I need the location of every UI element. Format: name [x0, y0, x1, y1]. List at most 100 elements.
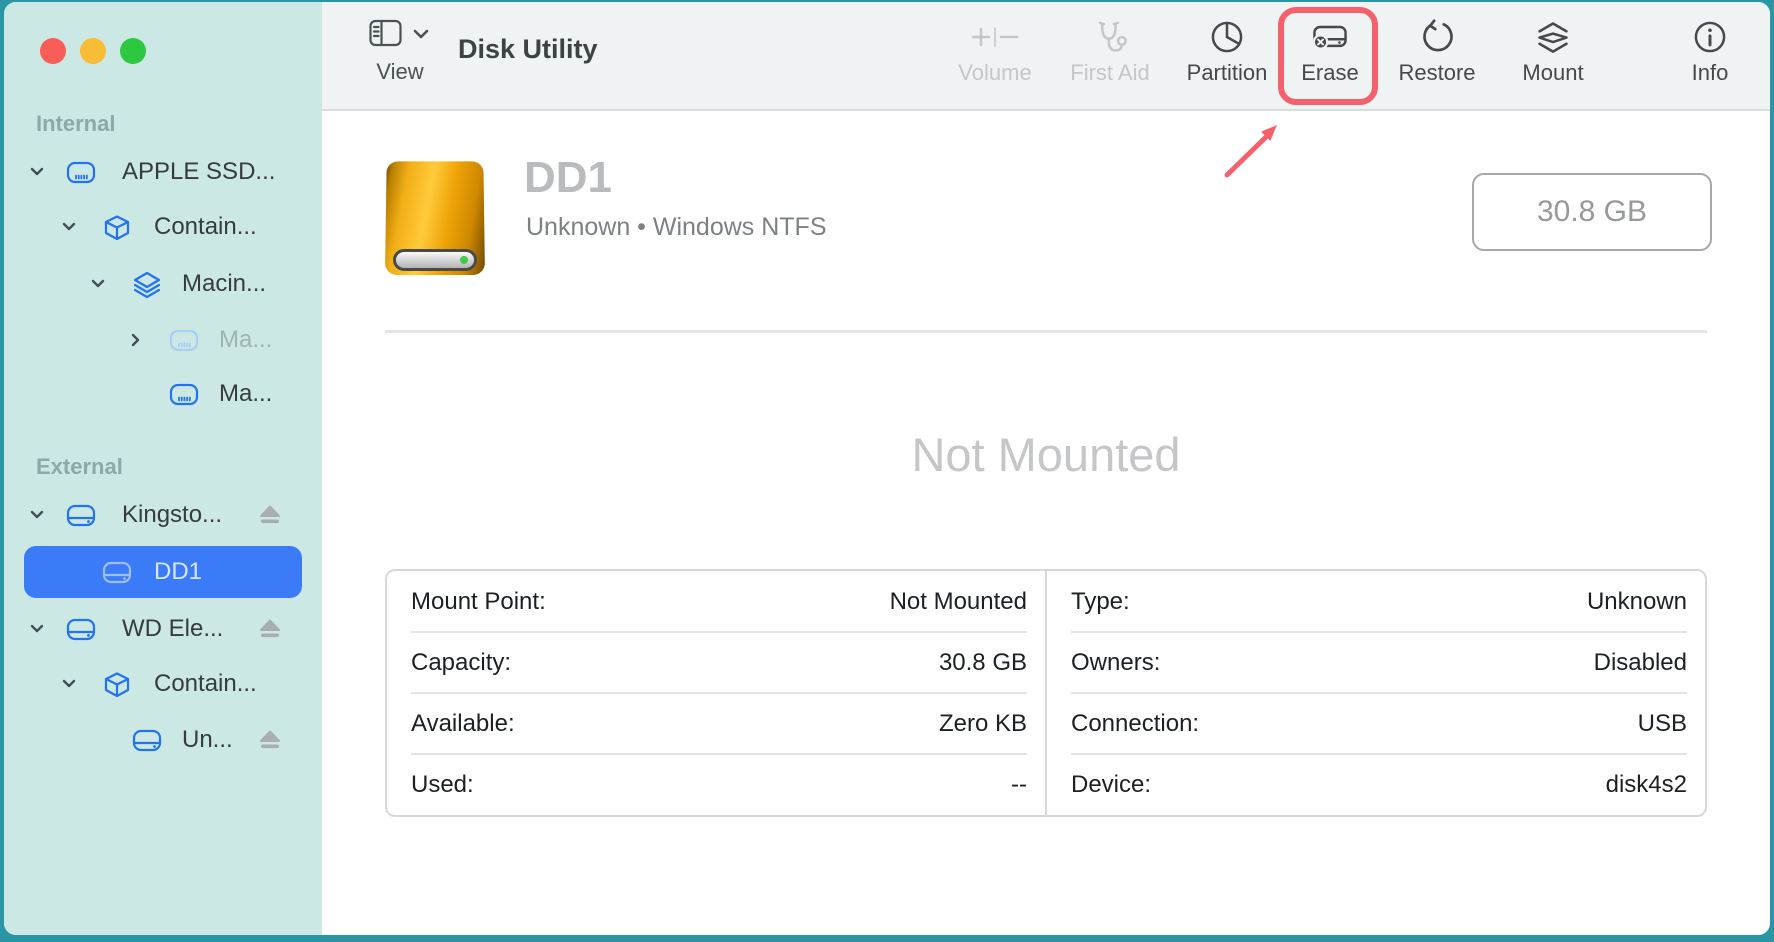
toolbar-button-label: First Aid [1050, 60, 1170, 86]
sidebar-item-kingston[interactable]: Kingsto... [4, 489, 322, 541]
disk-utility-window: Internal APPLE SSD... Contain... Macin..… [4, 2, 1770, 935]
toolbar-button-label: Partition [1167, 60, 1287, 86]
zoom-button[interactable] [120, 38, 146, 64]
detail-label: Used: [411, 771, 474, 799]
toolbar-button-label: Info [1650, 60, 1770, 86]
toolbar-button-label: Restore [1377, 60, 1497, 86]
eject-icon[interactable] [258, 504, 282, 526]
chevron-down-icon[interactable] [28, 163, 46, 181]
detail-row: Available: Zero KB [387, 693, 1045, 754]
erase-drive-icon [1310, 19, 1350, 55]
external-drive-image [385, 157, 485, 275]
sidebar-item-container-2[interactable]: Contain... [4, 658, 322, 710]
sidebar-item-macintosh-hd-2[interactable]: Ma... [4, 368, 322, 420]
detail-row: Device:disk4s2 [1047, 754, 1705, 815]
annotation-arrow-icon [1217, 111, 1317, 183]
sidebar-item-container-1[interactable]: Contain... [4, 201, 322, 253]
eject-icon[interactable] [258, 618, 282, 640]
detail-row: Capacity:30.8 GB [387, 632, 1045, 693]
sidebar-item-label: APPLE SSD... [122, 146, 275, 198]
detail-label: Connection: [1071, 710, 1199, 738]
drive-subtitle: Unknown • Windows NTFS [526, 213, 827, 242]
details-table: Mount Point: Not Mounted Capacity:30.8 GB… [385, 569, 1707, 817]
details-column-left: Mount Point: Not Mounted Capacity:30.8 GB… [387, 571, 1045, 815]
chevron-down-icon[interactable] [28, 506, 46, 524]
detail-row: Type: Unknown [1047, 571, 1705, 632]
detail-label: Mount Point: [411, 588, 546, 616]
toolbar-button-mount[interactable]: Mount [1493, 16, 1613, 86]
view-button-label: View [362, 59, 438, 85]
detail-row: Mount Point: Not Mounted [387, 571, 1045, 632]
sidebar-item-dd1[interactable]: DD1 [4, 546, 322, 598]
detail-value: 30.8 GB [939, 649, 1027, 677]
sidebar-section-external: External [36, 453, 123, 481]
pie-chart-icon [1209, 19, 1245, 55]
sidebar-item-label: Kingsto... [122, 489, 222, 541]
sidebar-item-macintosh-hd-sub[interactable]: Ma... [4, 314, 322, 366]
external-drive-icon [102, 559, 132, 587]
window-controls [40, 38, 146, 64]
mount-status: Not Mounted [385, 427, 1707, 482]
sidebar-item-label: Macin... [182, 258, 266, 310]
internal-drive-icon [169, 327, 199, 355]
info-circle-icon [1692, 19, 1728, 55]
chevron-down-icon[interactable] [89, 275, 107, 293]
toolbar-button-info[interactable]: Info [1650, 16, 1770, 86]
sidebar-item-wd-elements[interactable]: WD Ele... [4, 603, 322, 655]
toolbar-button-label: Mount [1493, 60, 1613, 86]
detail-value: Zero KB [939, 710, 1027, 738]
container-box-icon [102, 214, 132, 242]
chevron-down-icon [411, 18, 431, 50]
detail-label: Available: [411, 710, 515, 738]
container-box-icon [102, 671, 132, 699]
chevron-down-icon[interactable] [60, 218, 78, 236]
detail-value: Not Mounted [890, 588, 1027, 616]
detail-row: Connection:USB [1047, 693, 1705, 754]
toolbar-button-label: Volume [935, 60, 1055, 86]
eject-icon[interactable] [258, 729, 282, 751]
internal-drive-icon [169, 381, 199, 409]
sidebar-item-untitled[interactable]: Un... [4, 714, 322, 766]
chevron-right-icon[interactable] [127, 331, 145, 349]
chevron-down-icon[interactable] [60, 675, 78, 693]
view-button[interactable]: View [362, 18, 438, 85]
chevron-down-icon[interactable] [28, 620, 46, 638]
volume-layers-icon [132, 271, 162, 299]
details-column-right: Type: Unknown Owners: Disabled Connection:… [1045, 571, 1705, 815]
detail-value: Unknown [1587, 588, 1687, 616]
detail-row: Used: -- [387, 754, 1045, 815]
content-pane: DD1 Unknown • Windows NTFS 30.8 GB Not M… [322, 111, 1770, 935]
sidebar-item-label: Ma... [219, 314, 272, 366]
toolbar: View Disk Utility Volume First Aid Parti… [322, 2, 1770, 111]
drive-led [460, 256, 468, 264]
detail-value: disk4s2 [1606, 771, 1687, 799]
window-title: Disk Utility [458, 34, 598, 65]
detail-value: -- [1011, 771, 1027, 799]
detail-label: Owners: [1071, 649, 1160, 677]
external-drive-icon [132, 727, 162, 755]
internal-drive-icon [66, 159, 96, 187]
toolbar-button-partition[interactable]: Partition [1167, 16, 1287, 86]
restore-arrow-icon [1419, 19, 1455, 55]
toolbar-button-erase[interactable]: Erase [1270, 16, 1390, 86]
drive-name: DD1 [524, 153, 612, 203]
toolbar-button-first-aid[interactable]: First Aid [1050, 16, 1170, 86]
stethoscope-icon [1092, 19, 1128, 55]
close-button[interactable] [40, 38, 66, 64]
toolbar-button-volume[interactable]: Volume [935, 16, 1055, 86]
detail-label: Type: [1071, 588, 1130, 616]
sidebar-item-label: Ma... [219, 368, 272, 420]
sidebar-item-apple-ssd[interactable]: APPLE SSD... [4, 146, 322, 198]
sidebar: Internal APPLE SSD... Contain... Macin..… [4, 2, 322, 935]
sidebar-item-label: WD Ele... [122, 603, 223, 655]
sidebar-item-macintosh-hd[interactable]: Macin... [4, 258, 322, 310]
minimize-button[interactable] [80, 38, 106, 64]
sidebar-item-label: Un... [182, 714, 233, 766]
detail-value: Disabled [1594, 649, 1687, 677]
sidebar-item-label: Contain... [154, 658, 257, 710]
toolbar-button-restore[interactable]: Restore [1377, 16, 1497, 86]
size-badge: 30.8 GB [1472, 173, 1712, 251]
sidebar-item-label: Contain... [154, 201, 257, 253]
add-remove-volume-icon [967, 20, 1023, 54]
mount-stack-icon [1535, 19, 1571, 55]
